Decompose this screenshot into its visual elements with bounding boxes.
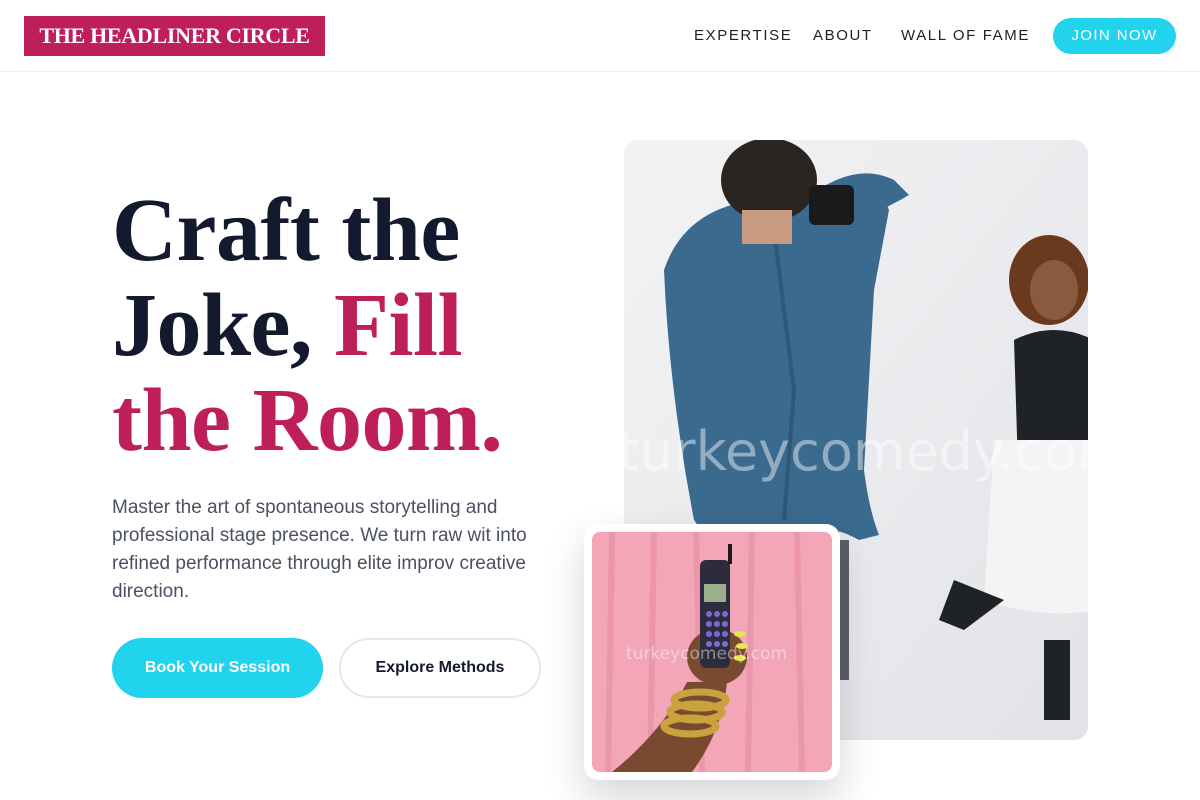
headline-line-1: Craft the xyxy=(112,181,460,280)
join-now-button[interactable]: JOIN NOW xyxy=(1053,18,1176,54)
main-photo-watermark: turkeycomedy.com xyxy=(624,420,1088,483)
nav-link-wall-of-fame[interactable]: WALL OF FAME xyxy=(901,26,1030,46)
inset-phone-photo: turkeycomedy.com xyxy=(592,532,832,772)
book-session-button[interactable]: Book Your Session xyxy=(112,638,323,698)
top-navigation: THE HEADLINER CIRCLE EXPERTISE ABOUT WAL… xyxy=(0,0,1200,72)
inset-photo-card: turkeycomedy.com xyxy=(584,524,840,780)
hero-headline: Craft the Joke, Fill the Room. xyxy=(112,183,592,468)
headline-line-2-accent: Fill xyxy=(334,276,463,375)
headline-line-2-dark: Joke, xyxy=(112,276,313,375)
hero-description: Master the art of spontaneous storytelli… xyxy=(112,497,527,602)
inset-photo-watermark: turkeycomedy.com xyxy=(626,644,788,664)
nav-link-expertise[interactable]: EXPERTISE xyxy=(694,26,792,46)
headline-line-3: the Room. xyxy=(112,371,503,470)
nav-link-about[interactable]: ABOUT xyxy=(813,26,873,46)
brand-logo[interactable]: THE HEADLINER CIRCLE xyxy=(24,16,325,56)
explore-methods-button[interactable]: Explore Methods xyxy=(339,638,541,698)
